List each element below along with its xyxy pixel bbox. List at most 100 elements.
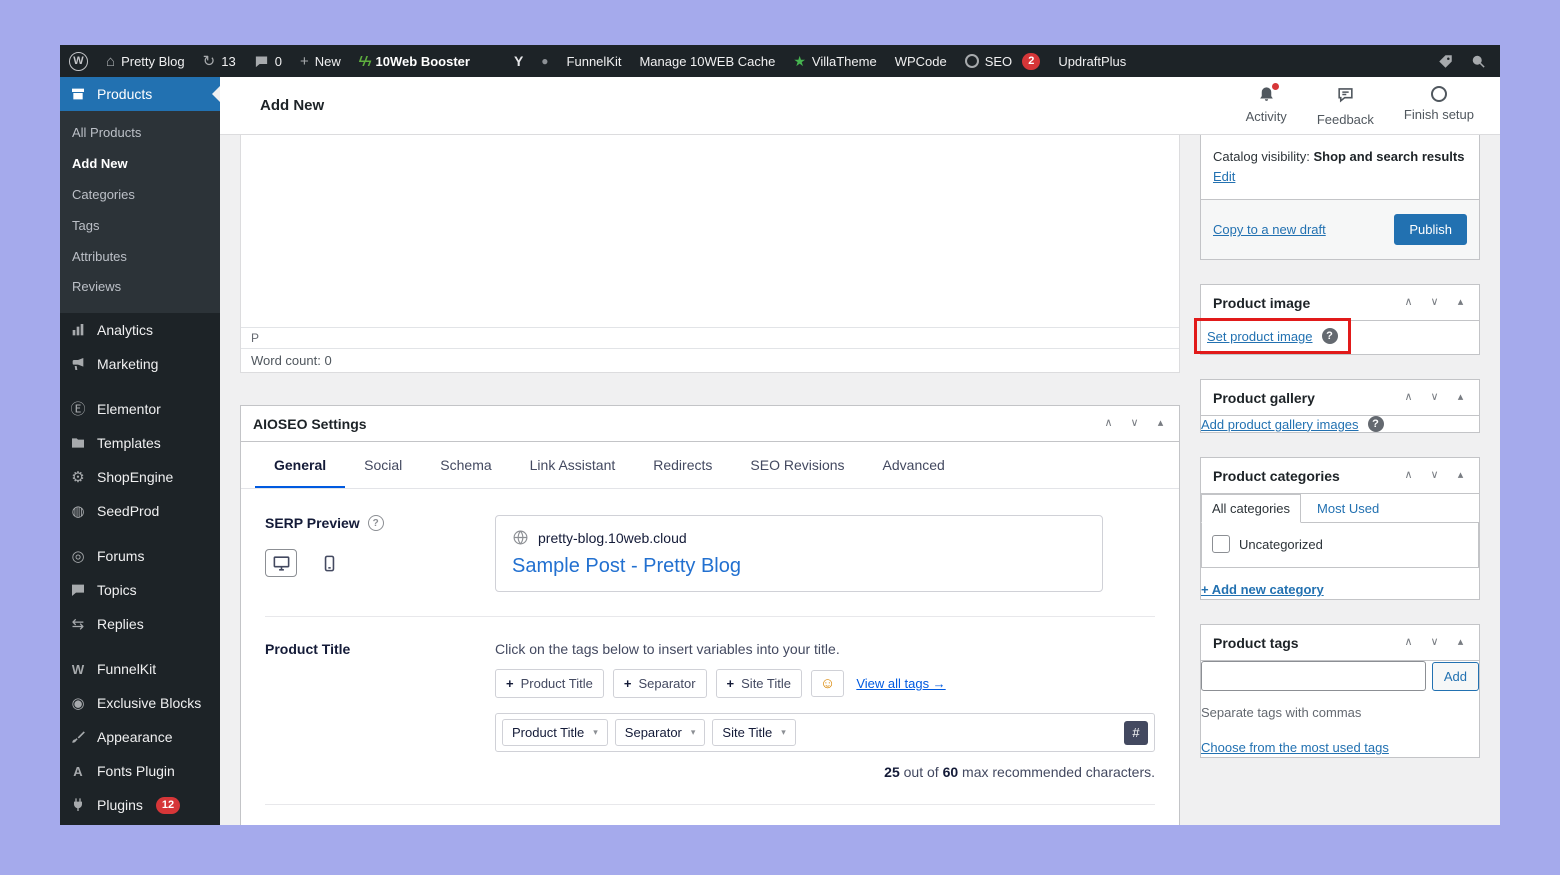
blocks-icon: ◉ (71, 694, 85, 712)
submenu-all-products[interactable]: All Products (60, 118, 220, 149)
tab-general[interactable]: General (255, 442, 345, 488)
submenu-attributes[interactable]: Attributes (60, 242, 220, 273)
content-area: P Word count: 0 AIOSEO Settings ∧ ∨ ▴ Ge… (220, 135, 1500, 825)
tab-redirects[interactable]: Redirects (634, 442, 731, 488)
box-controls: ∧ ∨ ▴ (1402, 297, 1467, 308)
booster-menu[interactable]: ϟϟ 10Web Booster (350, 45, 479, 77)
new-content-menu[interactable]: + New (291, 45, 350, 77)
add-site-title-tag-button[interactable]: + Site Title (715, 669, 802, 698)
editor-canvas[interactable] (241, 135, 1179, 327)
sidebar-item-topics[interactable]: Topics (60, 573, 220, 607)
manage-cache-menu[interactable]: Manage 10WEB Cache (630, 45, 784, 77)
tab-all-categories[interactable]: All categories (1201, 494, 1302, 524)
product-title-variable-pill[interactable]: Product Title ▾ (502, 719, 608, 746)
site-title-variable-pill[interactable]: Site Title ▾ (712, 719, 796, 746)
view-all-tags-link[interactable]: View all tags → (856, 676, 945, 691)
add-new-category-link[interactable]: + Add new category (1201, 582, 1324, 597)
sidebar-item-plugins[interactable]: Plugins 12 (60, 788, 220, 822)
move-up-icon[interactable]: ∧ (1102, 418, 1115, 429)
status-circle-menu[interactable]: ● (532, 45, 557, 77)
seo-menu[interactable]: SEO 2 (956, 45, 1050, 77)
submenu-categories[interactable]: Categories (60, 180, 220, 211)
uncategorized-checkbox[interactable] (1212, 535, 1230, 554)
feedback-button[interactable]: Feedback (1317, 85, 1374, 127)
edit-catalog-visibility-link[interactable]: Edit (1213, 169, 1235, 184)
collapse-toggle-icon[interactable]: ▴ (1154, 418, 1167, 429)
collapse-toggle-icon[interactable]: ▴ (1454, 297, 1467, 308)
sidebar-item-marketing[interactable]: Marketing (60, 347, 220, 381)
emoji-picker-button[interactable]: ☺ (811, 670, 845, 697)
tab-seo-revisions[interactable]: SEO Revisions (731, 442, 863, 488)
add-gallery-images-link[interactable]: Add product gallery images (1201, 417, 1359, 432)
add-separator-tag-button[interactable]: + Separator (612, 669, 707, 698)
sidebar-item-forums[interactable]: ◎ Forums (60, 539, 220, 573)
admin-bar: W ⌂ Pretty Blog ↻ 13 0 + New ϟϟ 10Web Bo… (60, 45, 1500, 77)
separator-variable-pill[interactable]: Separator ▾ (614, 719, 706, 746)
comments-menu[interactable]: 0 (245, 45, 291, 77)
plus-icon: + (726, 676, 735, 691)
move-up-icon[interactable]: ∧ (1402, 470, 1415, 481)
move-up-icon[interactable]: ∧ (1402, 392, 1415, 403)
finish-setup-button[interactable]: Finish setup (1404, 85, 1474, 122)
sidebar-item-products[interactable]: Products (60, 77, 220, 111)
sidebar-item-appearance[interactable]: Appearance (60, 720, 220, 754)
tag-menu[interactable] (1429, 45, 1462, 77)
submenu-tags[interactable]: Tags (60, 211, 220, 242)
move-down-icon[interactable]: ∨ (1428, 297, 1441, 308)
category-item-uncategorized[interactable]: Uncategorized (1212, 535, 1468, 554)
publish-button[interactable]: Publish (1394, 214, 1467, 246)
sidebar-item-shopengine[interactable]: ⚙ ShopEngine (60, 460, 220, 494)
sidebar-item-templates[interactable]: Templates (60, 426, 220, 460)
product-image-body: Set product image ? (1194, 318, 1479, 355)
choose-most-used-tags-link[interactable]: Choose from the most used tags (1201, 740, 1389, 755)
set-product-image-link[interactable]: Set product image (1207, 329, 1313, 344)
sidebar-item-analytics[interactable]: Analytics (60, 313, 220, 347)
sidebar-item-elementor[interactable]: Ⓔ Elementor (60, 392, 220, 426)
sidebar-item-exclusive-blocks[interactable]: ◉ Exclusive Blocks (60, 686, 220, 720)
submenu-reviews[interactable]: Reviews (60, 272, 220, 303)
wp-logo-menu[interactable]: W (60, 45, 97, 77)
updates-menu[interactable]: ↻ 13 (194, 45, 245, 77)
yoast-menu[interactable]: Y (505, 45, 532, 77)
product-categories-body: All categories Most Used Uncategorized +… (1201, 494, 1479, 599)
title-format-input[interactable]: Product Title ▾ Separator ▾ Site Title ▾ # (495, 713, 1155, 752)
funnelkit-menu[interactable]: FunnelKit (558, 45, 631, 77)
help-icon[interactable]: ? (1321, 328, 1338, 345)
sidebar-item-label: Templates (97, 435, 161, 452)
product-tags-input[interactable] (1201, 661, 1426, 692)
mobile-preview-button[interactable] (313, 549, 345, 577)
add-tag-button[interactable]: Add (1431, 661, 1479, 691)
submenu-add-new[interactable]: Add New (60, 149, 220, 180)
sidebar-item-replies[interactable]: ⇆ Replies (60, 607, 220, 641)
updraftplus-menu[interactable]: UpdraftPlus (1049, 45, 1135, 77)
collapse-toggle-icon[interactable]: ▴ (1454, 392, 1467, 403)
sidebar-item-seedprod[interactable]: ◍ SeedProd (60, 494, 220, 528)
help-icon[interactable]: ? (1367, 416, 1384, 433)
collapse-toggle-icon[interactable]: ▴ (1454, 637, 1467, 648)
add-product-title-tag-button[interactable]: + Product Title (495, 669, 604, 698)
collapse-toggle-icon[interactable]: ▴ (1454, 470, 1467, 481)
move-up-icon[interactable]: ∧ (1402, 637, 1415, 648)
search-menu[interactable] (1462, 45, 1500, 77)
villatheme-menu[interactable]: ★ VillaTheme (784, 45, 885, 77)
help-icon[interactable]: ? (367, 515, 384, 531)
wpcode-menu[interactable]: WPCode (886, 45, 956, 77)
tab-advanced[interactable]: Advanced (864, 442, 964, 488)
desktop-preview-button[interactable] (265, 549, 297, 577)
site-menu[interactable]: ⌂ Pretty Blog (97, 45, 194, 77)
move-down-icon[interactable]: ∨ (1128, 418, 1141, 429)
tab-most-used[interactable]: Most Used (1317, 495, 1379, 522)
copy-to-draft-link[interactable]: Copy to a new draft (1213, 222, 1326, 237)
tab-link-assistant[interactable]: Link Assistant (511, 442, 635, 488)
sidebar-item-fonts-plugin[interactable]: A Fonts Plugin (60, 754, 220, 788)
insert-variable-button[interactable]: # (1124, 720, 1148, 745)
move-down-icon[interactable]: ∨ (1428, 470, 1441, 481)
move-down-icon[interactable]: ∨ (1428, 392, 1441, 403)
sidebar-item-funnelkit[interactable]: W FunnelKit (60, 652, 220, 686)
move-down-icon[interactable]: ∨ (1428, 637, 1441, 648)
tab-schema[interactable]: Schema (421, 442, 510, 488)
move-up-icon[interactable]: ∧ (1402, 297, 1415, 308)
tab-social[interactable]: Social (345, 442, 421, 488)
activity-button[interactable]: Activity (1246, 82, 1287, 124)
plus-icon: + (299, 52, 309, 70)
